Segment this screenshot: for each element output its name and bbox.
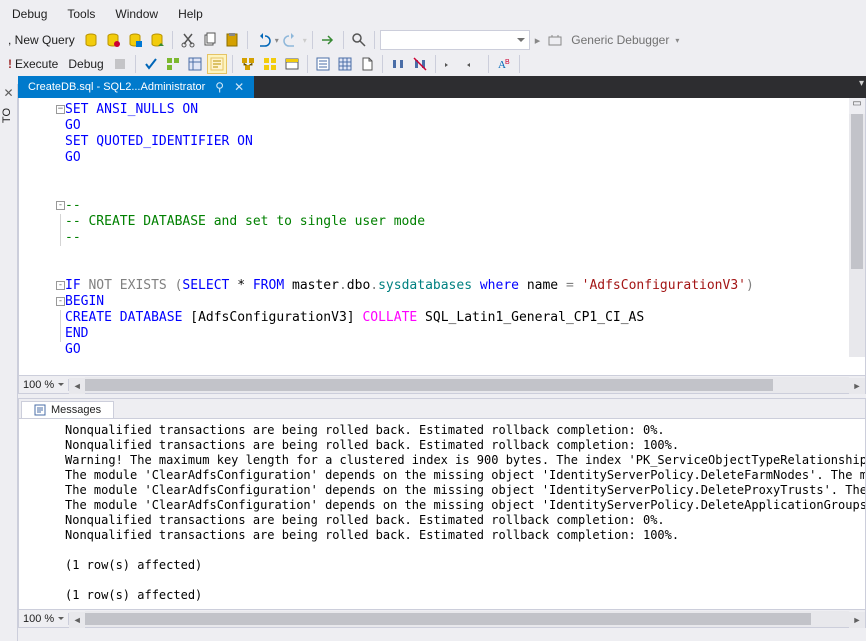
menu-help[interactable]: Help	[168, 4, 213, 24]
separator	[343, 31, 344, 49]
scroll-left-icon[interactable]: ◄	[69, 378, 85, 394]
scroll-right-icon[interactable]: ►	[849, 612, 865, 628]
horizontal-scrollbar[interactable]	[85, 377, 849, 393]
redo-icon[interactable]	[281, 30, 301, 50]
messages-content[interactable]: Nonqualified transactions are being roll…	[19, 419, 865, 609]
indent-icon[interactable]	[441, 54, 461, 74]
db-icon-3[interactable]	[125, 30, 145, 50]
pin-icon[interactable]: ⚲	[215, 80, 224, 94]
tab-createdb[interactable]: CreateDB.sql - SQL2...Administrator ⚲ ✕	[18, 76, 254, 98]
comment-icon[interactable]	[388, 54, 408, 74]
separator	[307, 55, 308, 73]
close-icon[interactable]: ✕	[234, 80, 244, 94]
separator	[374, 31, 375, 49]
stop-icon[interactable]	[110, 54, 130, 74]
editor-footer: 100 % ◄ ►	[19, 375, 865, 393]
nav-icon[interactable]	[318, 30, 338, 50]
separator	[172, 31, 173, 49]
intellisense-icon[interactable]	[207, 54, 227, 74]
tab-overflow-icon[interactable]: ▾	[859, 78, 864, 89]
solution-config-dropdown[interactable]	[380, 30, 530, 50]
db-icon-4[interactable]	[147, 30, 167, 50]
separator	[435, 55, 436, 73]
messages-panel: Messages Nonqualified transactions are b…	[18, 398, 866, 628]
results-grid-icon[interactable]	[335, 54, 355, 74]
code-content[interactable]: SET ANSI_NULLS ONGOSET QUOTED_IDENTIFIER…	[19, 98, 865, 375]
separator	[488, 55, 489, 73]
zoom-dropdown-messages[interactable]: 100 %	[19, 613, 69, 625]
scroll-left-icon[interactable]: ◄	[69, 612, 85, 628]
results-file-icon[interactable]	[357, 54, 377, 74]
uncomment-icon[interactable]	[410, 54, 430, 74]
messages-tab-label: Messages	[51, 404, 101, 416]
client-stats-icon[interactable]	[282, 54, 302, 74]
split-icon[interactable]: ▭	[849, 98, 865, 114]
editor-viewport[interactable]: −--- SET ANSI_NULLS ONGOSET QUOTED_IDENT…	[19, 98, 865, 375]
execute-button[interactable]: !Execute	[4, 57, 62, 71]
toolbar-sql: !Execute Debug AB	[0, 52, 866, 76]
find-icon[interactable]	[349, 30, 369, 50]
menu-debug[interactable]: Debug	[2, 4, 57, 24]
actual-plan-icon[interactable]	[238, 54, 258, 74]
vertical-scrollbar[interactable]	[849, 98, 865, 357]
parse-icon[interactable]	[141, 54, 161, 74]
paste-icon[interactable]	[222, 30, 242, 50]
undo-icon[interactable]	[253, 30, 273, 50]
new-query-button[interactable]: , New Query	[4, 33, 79, 47]
document-tabbar: CreateDB.sql - SQL2...Administrator ⚲ ✕ …	[18, 76, 866, 98]
close-panel-icon[interactable]: ✕	[0, 84, 17, 102]
separator	[135, 55, 136, 73]
specify-values-icon[interactable]: AB	[494, 54, 514, 74]
result-tabs: Messages	[19, 399, 865, 419]
menubar: Debug Tools Window Help	[0, 0, 866, 28]
left-tool-strip: ✕ TO	[0, 84, 18, 641]
separator	[232, 55, 233, 73]
separator	[247, 31, 248, 49]
debug-button[interactable]: Debug	[64, 57, 107, 71]
generic-debugger-label[interactable]: Generic Debugger	[567, 33, 673, 47]
vertical-tab[interactable]: TO	[0, 102, 14, 129]
menu-window[interactable]: Window	[105, 4, 168, 24]
db-icon-1[interactable]	[81, 30, 101, 50]
separator	[382, 55, 383, 73]
db-icon-2[interactable]	[103, 30, 123, 50]
copy-icon[interactable]	[200, 30, 220, 50]
tab-messages[interactable]: Messages	[21, 401, 114, 418]
zoom-dropdown[interactable]: 100 %	[19, 379, 69, 391]
toolbar-main: , New Query ▾ ▾ ▸ Generic Debugger ▾	[0, 28, 866, 52]
query-options-icon[interactable]	[185, 54, 205, 74]
messages-footer: 100 % ◄ ►	[19, 609, 865, 627]
svg-text:B: B	[505, 59, 510, 66]
separator	[312, 31, 313, 49]
cut-icon[interactable]	[178, 30, 198, 50]
outdent-icon[interactable]	[463, 54, 483, 74]
scroll-right-icon[interactable]: ►	[849, 378, 865, 394]
separator	[519, 55, 520, 73]
info-icon	[34, 404, 46, 416]
live-stats-icon[interactable]	[260, 54, 280, 74]
code-editor: −--- SET ANSI_NULLS ONGOSET QUOTED_IDENT…	[18, 98, 866, 394]
results-text-icon[interactable]	[313, 54, 333, 74]
tab-title: CreateDB.sql - SQL2...Administrator	[28, 81, 205, 93]
horizontal-scrollbar-messages[interactable]	[85, 611, 849, 627]
estimated-plan-icon[interactable]	[163, 54, 183, 74]
menu-tools[interactable]: Tools	[57, 4, 105, 24]
debugger-icon[interactable]	[545, 30, 565, 50]
